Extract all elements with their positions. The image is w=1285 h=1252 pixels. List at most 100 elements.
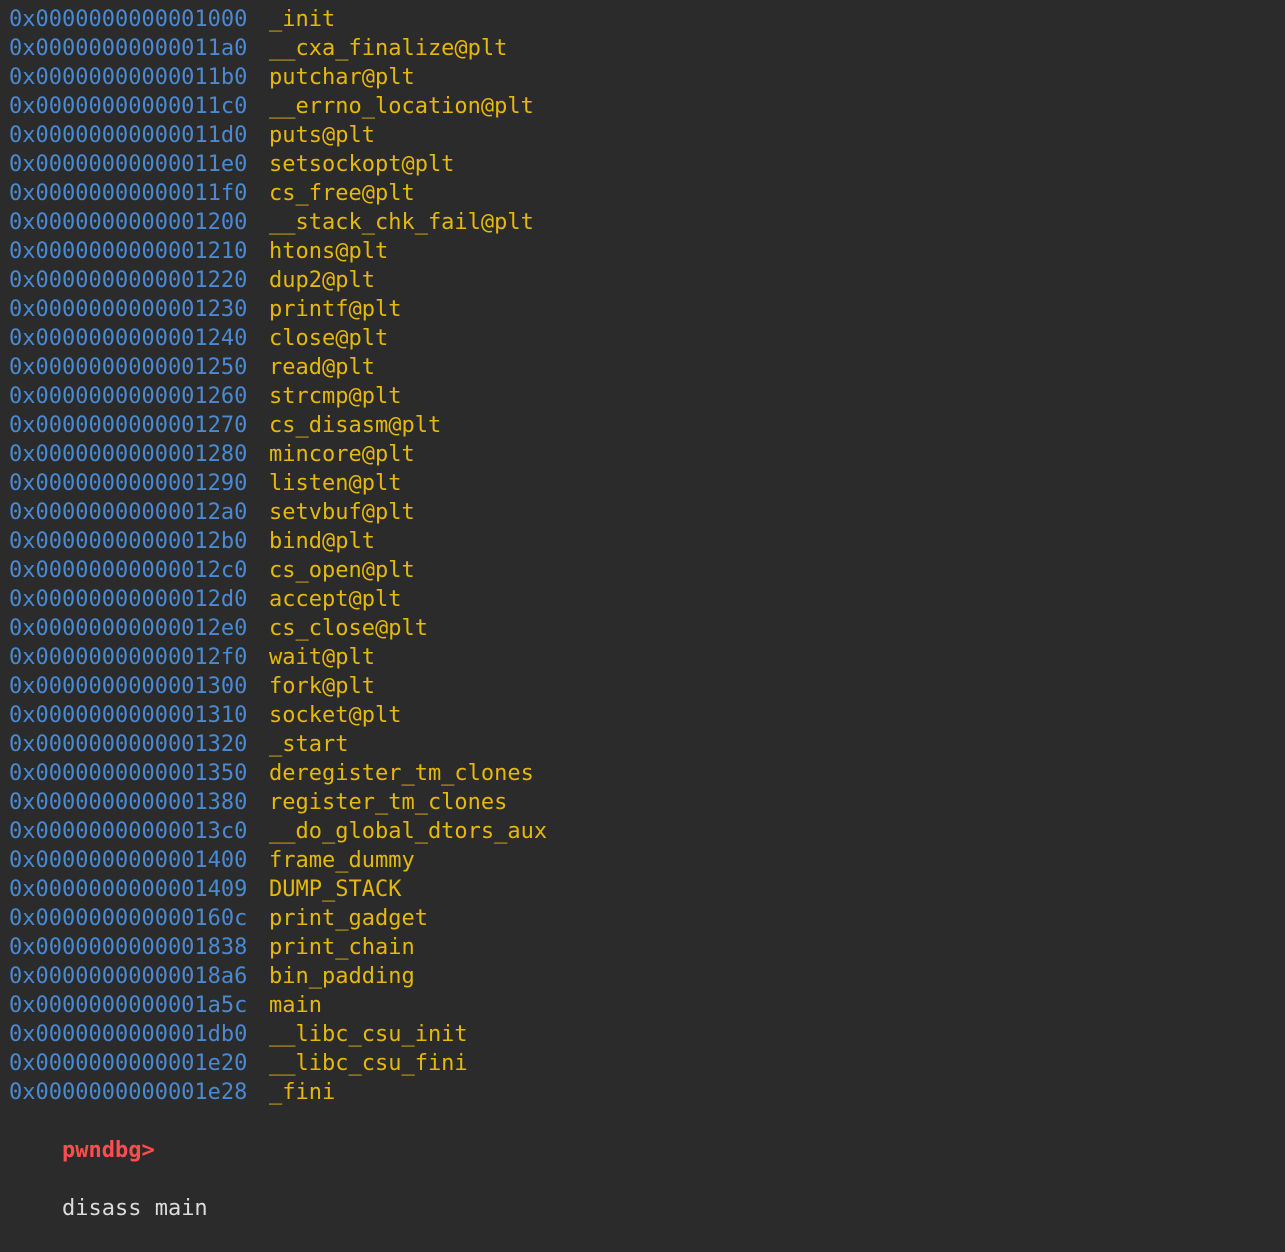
symbol-address: 0x0000000000001310 [9, 703, 248, 728]
symbol-address: 0x00000000000012e0 [9, 616, 248, 641]
terminal-output[interactable]: 0x0000000000001000 _init 0x00000000000011a… [9, 5, 1285, 1221]
symbol-row: 0x00000000000012a0 setvbuf@plt [9, 498, 1285, 527]
symbol-name: __do_global_dtors_aux [269, 819, 548, 844]
symbol-row: 0x00000000000011f0 cs_free@plt [9, 179, 1285, 208]
command-input[interactable]: disass main [62, 1196, 208, 1221]
symbol-row: 0x0000000000001280 mincore@plt [9, 440, 1285, 469]
symbol-address: 0x0000000000001270 [9, 413, 248, 438]
symbol-name: wait@plt [269, 645, 375, 670]
symbol-address: 0x0000000000001280 [9, 442, 248, 467]
symbol-address: 0x0000000000001300 [9, 674, 248, 699]
symbol-name: htons@plt [269, 239, 389, 264]
symbol-row: 0x00000000000018a6 bin_padding [9, 962, 1285, 991]
symbol-row: 0x0000000000001260 strcmp@plt [9, 382, 1285, 411]
symbol-row: 0x00000000000011e0 setsockopt@plt [9, 150, 1285, 179]
symbol-row: 0x0000000000001210 htons@plt [9, 237, 1285, 266]
symbol-name: DUMP_STACK [269, 877, 402, 902]
symbol-row: 0x0000000000001a5c main [9, 991, 1285, 1020]
symbol-address: 0x0000000000001409 [9, 877, 248, 902]
symbol-address: 0x0000000000001230 [9, 297, 248, 322]
symbol-row: 0x00000000000012b0 bind@plt [9, 527, 1285, 556]
symbol-address: 0x00000000000018a6 [9, 964, 248, 989]
symbol-name: __libc_csu_init [269, 1022, 468, 1047]
symbol-name: mincore@plt [269, 442, 415, 467]
symbol-row: 0x00000000000011d0 puts@plt [9, 121, 1285, 150]
symbol-row: 0x00000000000012e0 cs_close@plt [9, 614, 1285, 643]
symbol-name: printf@plt [269, 297, 402, 322]
symbol-name: __errno_location@plt [269, 94, 534, 119]
symbol-name: bind@plt [269, 529, 375, 554]
symbol-address: 0x0000000000001000 [9, 7, 248, 32]
symbol-row: 0x0000000000001200 __stack_chk_fail@plt [9, 208, 1285, 237]
symbol-name: listen@plt [269, 471, 402, 496]
symbol-address: 0x0000000000001320 [9, 732, 248, 757]
symbol-address: 0x00000000000012a0 [9, 500, 248, 525]
symbol-address: 0x00000000000011c0 [9, 94, 248, 119]
symbol-row: 0x0000000000001380 register_tm_clones [9, 788, 1285, 817]
symbol-address: 0x00000000000011b0 [9, 65, 248, 90]
symbol-address: 0x00000000000012b0 [9, 529, 248, 554]
symbol-name: accept@plt [269, 587, 402, 612]
symbol-address: 0x0000000000001220 [9, 268, 248, 293]
symbol-name: register_tm_clones [269, 790, 508, 815]
symbol-name: __cxa_finalize@plt [269, 36, 508, 61]
symbol-row: 0x0000000000001290 listen@plt [9, 469, 1285, 498]
symbol-name: __libc_csu_fini [269, 1051, 468, 1076]
symbol-name: _fini [269, 1080, 336, 1105]
symbol-address: 0x0000000000001db0 [9, 1022, 248, 1047]
symbol-name: _start [269, 732, 349, 757]
symbol-address: 0x0000000000001250 [9, 355, 248, 380]
symbol-name: cs_open@plt [269, 558, 415, 583]
symbol-address: 0x0000000000001350 [9, 761, 248, 786]
symbol-name: main [269, 993, 322, 1018]
symbol-address: 0x0000000000001e20 [9, 1051, 248, 1076]
symbol-row: 0x0000000000001e20 __libc_csu_fini [9, 1049, 1285, 1078]
symbol-name: puts@plt [269, 123, 375, 148]
symbol-name: cs_free@plt [269, 181, 415, 206]
symbol-row: 0x0000000000001350 deregister_tm_clones [9, 759, 1285, 788]
symbol-row: 0x0000000000001db0 __libc_csu_init [9, 1020, 1285, 1049]
symbol-name: frame_dummy [269, 848, 415, 873]
symbol-row: 0x0000000000001240 close@plt [9, 324, 1285, 353]
symbol-row: 0x00000000000012d0 accept@plt [9, 585, 1285, 614]
symbol-address: 0x0000000000001838 [9, 935, 248, 960]
symbol-address: 0x0000000000001200 [9, 210, 248, 235]
symbol-row: 0x0000000000001230 printf@plt [9, 295, 1285, 324]
symbol-address: 0x00000000000013c0 [9, 819, 248, 844]
symbol-row: 0x00000000000012f0 wait@plt [9, 643, 1285, 672]
symbol-row: 0x0000000000001838 print_chain [9, 933, 1285, 962]
symbol-list: 0x0000000000001000 _init 0x00000000000011a… [9, 5, 1285, 1107]
symbol-row: 0x00000000000011c0 __errno_location@plt [9, 92, 1285, 121]
symbol-address: 0x00000000000011f0 [9, 181, 248, 206]
symbol-name: strcmp@plt [269, 384, 402, 409]
symbol-address: 0x0000000000001400 [9, 848, 248, 873]
symbol-address: 0x00000000000012d0 [9, 587, 248, 612]
symbol-address: 0x0000000000001290 [9, 471, 248, 496]
symbol-name: putchar@plt [269, 65, 415, 90]
symbol-name: cs_close@plt [269, 616, 428, 641]
symbol-row: 0x0000000000001220 dup2@plt [9, 266, 1285, 295]
symbol-name: bin_padding [269, 964, 415, 989]
symbol-address: 0x00000000000012f0 [9, 645, 248, 670]
symbol-row: 0x0000000000001409 DUMP_STACK [9, 875, 1285, 904]
symbol-address: 0x00000000000011a0 [9, 36, 248, 61]
symbol-name: __stack_chk_fail@plt [269, 210, 534, 235]
symbol-row: 0x0000000000001000 _init [9, 5, 1285, 34]
symbol-row: 0x0000000000001300 fork@plt [9, 672, 1285, 701]
command-line[interactable]: pwndbg> disass main [9, 1107, 1285, 1221]
symbol-row: 0x0000000000001270 cs_disasm@plt [9, 411, 1285, 440]
pwndbg-prompt: pwndbg> [61, 1138, 155, 1163]
symbol-name: dup2@plt [269, 268, 375, 293]
symbol-name: deregister_tm_clones [269, 761, 534, 786]
symbol-row: 0x00000000000012c0 cs_open@plt [9, 556, 1285, 585]
symbol-name: _init [269, 7, 336, 32]
symbol-name: print_gadget [269, 906, 428, 931]
symbol-address: 0x0000000000001a5c [9, 993, 248, 1018]
symbol-address: 0x0000000000001e28 [9, 1080, 248, 1105]
symbol-address: 0x0000000000001240 [9, 326, 248, 351]
symbol-name: print_chain [269, 935, 415, 960]
symbol-name: close@plt [269, 326, 389, 351]
symbol-address: 0x000000000000160c [9, 906, 248, 931]
symbol-row: 0x00000000000013c0 __do_global_dtors_aux [9, 817, 1285, 846]
symbol-address: 0x0000000000001380 [9, 790, 248, 815]
